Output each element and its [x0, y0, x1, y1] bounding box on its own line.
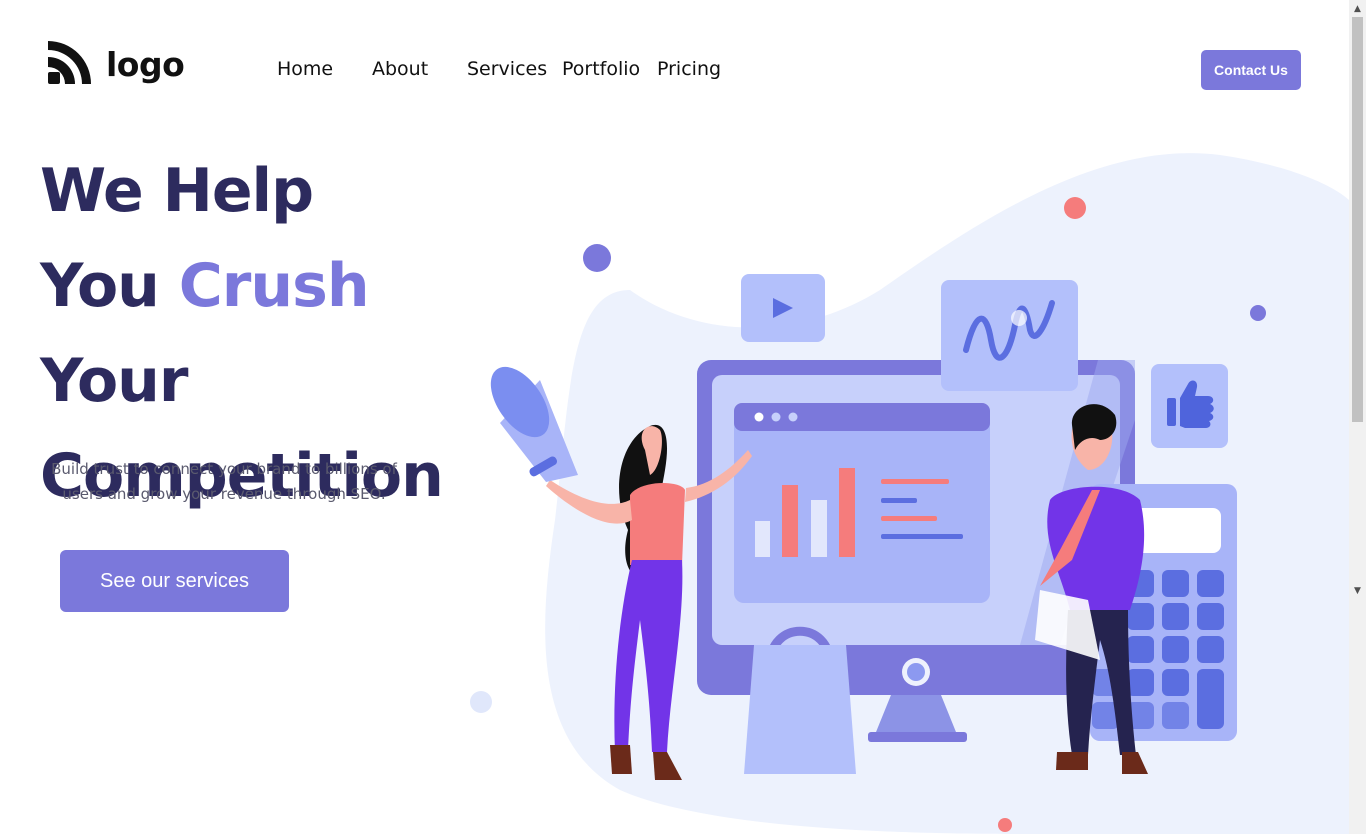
dot-purple-small — [1250, 305, 1266, 321]
nav-home[interactable]: Home — [277, 58, 333, 80]
nav-portfolio[interactable]: Portfolio — [562, 58, 640, 80]
hero-title-line2a: You — [40, 251, 179, 321]
chart-window — [734, 403, 990, 603]
play-icon — [741, 274, 825, 342]
megaphone-icon — [490, 366, 578, 482]
hero-title-line1: We Help — [40, 156, 314, 226]
nav-about[interactable]: About — [372, 58, 428, 80]
hero-subtitle: Build trust to connect your brand to bil… — [51, 460, 397, 503]
nav-services[interactable]: Services — [467, 58, 547, 80]
vertical-scrollbar[interactable]: ▲ ▼ — [1349, 0, 1366, 834]
dot-coral-bottom — [998, 818, 1012, 832]
scroll-thumb[interactable] — [1352, 17, 1363, 422]
see-services-button[interactable]: See our services — [60, 550, 289, 612]
hero-title-line3: Your — [40, 346, 188, 416]
dot-coral-top — [1064, 197, 1086, 219]
hero-title-accent: Crush — [178, 251, 370, 321]
logo-text: logo — [106, 44, 185, 84]
dot-purple-large — [583, 244, 611, 272]
scroll-up-arrow-icon[interactable]: ▲ — [1349, 0, 1366, 17]
rss-logo-icon — [46, 39, 94, 89]
shopping-bag-icon — [744, 626, 856, 774]
wave-chart-icon — [941, 280, 1078, 391]
hero-illustration — [460, 140, 1349, 834]
thumbs-up-icon — [1151, 364, 1228, 448]
dot-pale — [470, 691, 492, 713]
landing-page: logo Home About Services Portfolio Prici… — [0, 0, 1349, 834]
nav-pricing[interactable]: Pricing — [657, 58, 721, 80]
contact-us-button[interactable]: Contact Us — [1201, 50, 1301, 90]
logo[interactable]: logo — [46, 39, 185, 89]
scroll-down-arrow-icon[interactable]: ▼ — [1349, 582, 1366, 599]
